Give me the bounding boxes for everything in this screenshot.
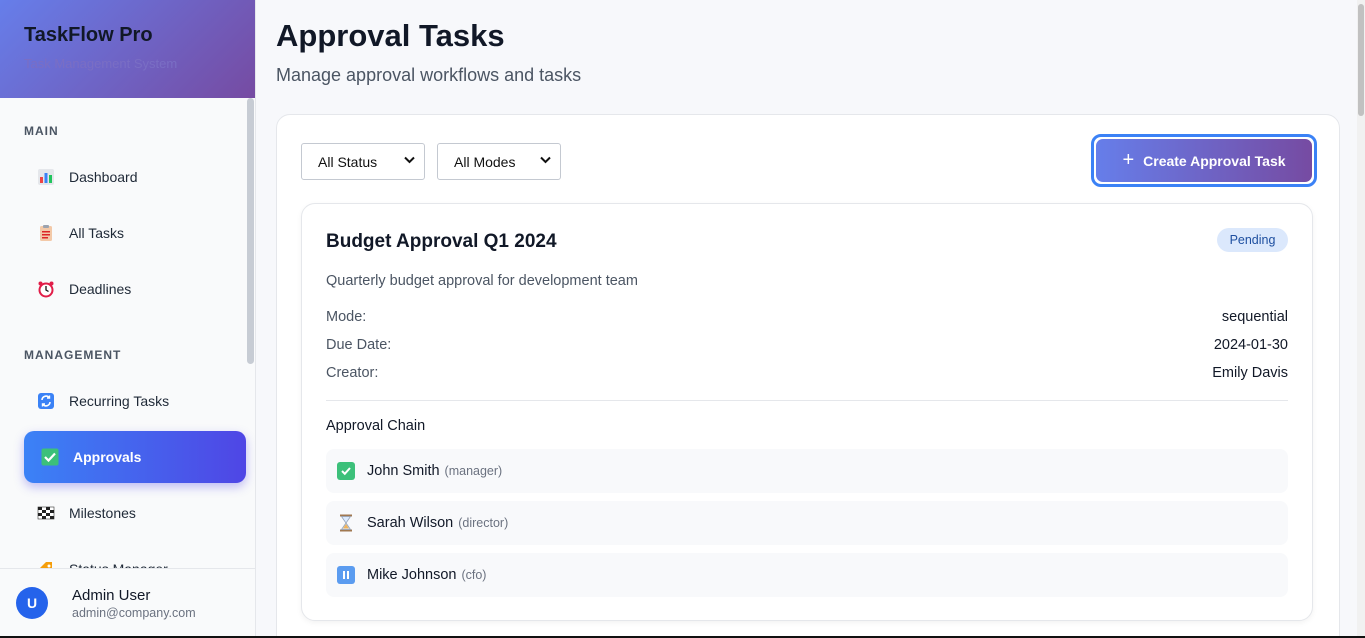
approval-chain-title: Approval Chain [326, 418, 426, 434]
alarm-clock-icon [36, 279, 56, 299]
app-subtitle: Task Management System [24, 56, 178, 71]
brand-header: TaskFlow Pro Task Management System [0, 0, 255, 98]
creator-value: Emily Davis [1212, 365, 1288, 381]
approver-row: Sarah Wilson (director) [326, 501, 1288, 545]
sidebar-item-label: Approvals [73, 449, 142, 465]
page-subtitle: Manage approval workflows and tasks [276, 65, 582, 85]
approver-role: (manager) [444, 464, 503, 478]
due-date-value: 2024-01-30 [1213, 337, 1288, 353]
clipboard-icon [36, 223, 56, 243]
sidebar-item-milestones[interactable]: Milestones [24, 487, 246, 539]
approver-name: John Smith [367, 463, 440, 479]
repeat-icon [36, 391, 56, 411]
task-title: Budget Approval Q1 2024 [326, 231, 557, 252]
scrollbar-thumb[interactable] [1358, 4, 1364, 116]
mode-label: Mode: [326, 309, 367, 325]
user-name: Admin User [72, 587, 151, 604]
page-scrollbar[interactable] [1357, 0, 1365, 638]
approver-name: Mike Johnson [367, 567, 457, 583]
status-filter-select[interactable]: All Status [301, 143, 425, 180]
hourglass-icon [337, 514, 355, 532]
status-filter-value: All Status [318, 153, 378, 170]
user-email: admin@company.com [72, 606, 196, 620]
approver-row: John Smith (manager) [326, 449, 1288, 493]
sidebar-item-deadlines[interactable]: Deadlines [24, 263, 246, 315]
section-title-main: MAIN [24, 124, 59, 138]
approver-row: Mike Johnson (cfo) [326, 553, 1288, 597]
sidebar-item-label: Deadlines [69, 281, 132, 297]
page-title: Approval Tasks [276, 18, 505, 53]
sidebar-item-recurring-tasks[interactable]: Recurring Tasks [24, 375, 246, 427]
mode-filter-select[interactable]: All Modes [437, 143, 561, 180]
mode-filter-value: All Modes [454, 153, 516, 170]
sidebar-item-label: All Tasks [69, 225, 124, 241]
bar-chart-icon [36, 167, 56, 187]
section-title-management: MANAGEMENT [24, 348, 122, 362]
create-button-label: Create Approval Task [1143, 152, 1286, 169]
creator-label: Creator: [326, 365, 379, 381]
approver-role: (director) [458, 516, 509, 530]
approver-role: (cfo) [461, 568, 487, 582]
status-badge: Pending [1217, 228, 1288, 252]
sidebar-item-approvals[interactable]: Approvals [24, 431, 246, 483]
sidebar-scrollbar[interactable] [247, 98, 254, 364]
check-mark-icon [337, 462, 355, 480]
app-name: TaskFlow Pro [24, 24, 153, 46]
check-box-icon [40, 447, 60, 467]
sidebar-item-all-tasks[interactable]: All Tasks [24, 207, 246, 259]
sidebar: TaskFlow Pro Task Management System MAIN… [0, 0, 256, 638]
pause-icon [337, 566, 355, 584]
chevron-down-icon [404, 155, 415, 167]
create-approval-task-button[interactable]: + Create Approval Task [1091, 134, 1317, 187]
user-profile[interactable]: U Admin User admin@company.com [0, 568, 255, 638]
avatar[interactable]: U [16, 587, 48, 619]
task-description: Quarterly budget approval for developmen… [326, 273, 638, 289]
sidebar-item-dashboard[interactable]: Dashboard [24, 151, 246, 203]
sidebar-item-label: Recurring Tasks [69, 393, 170, 409]
approver-name: Sarah Wilson [367, 515, 454, 531]
checkered-flag-icon [36, 503, 56, 523]
sidebar-item-label: Milestones [69, 505, 136, 521]
mode-value: sequential [1221, 309, 1288, 325]
chevron-down-icon [540, 155, 551, 167]
due-date-label: Due Date: [326, 337, 392, 353]
plus-icon: + [1122, 149, 1135, 171]
divider [326, 400, 1288, 401]
sidebar-item-label: Dashboard [69, 169, 138, 185]
